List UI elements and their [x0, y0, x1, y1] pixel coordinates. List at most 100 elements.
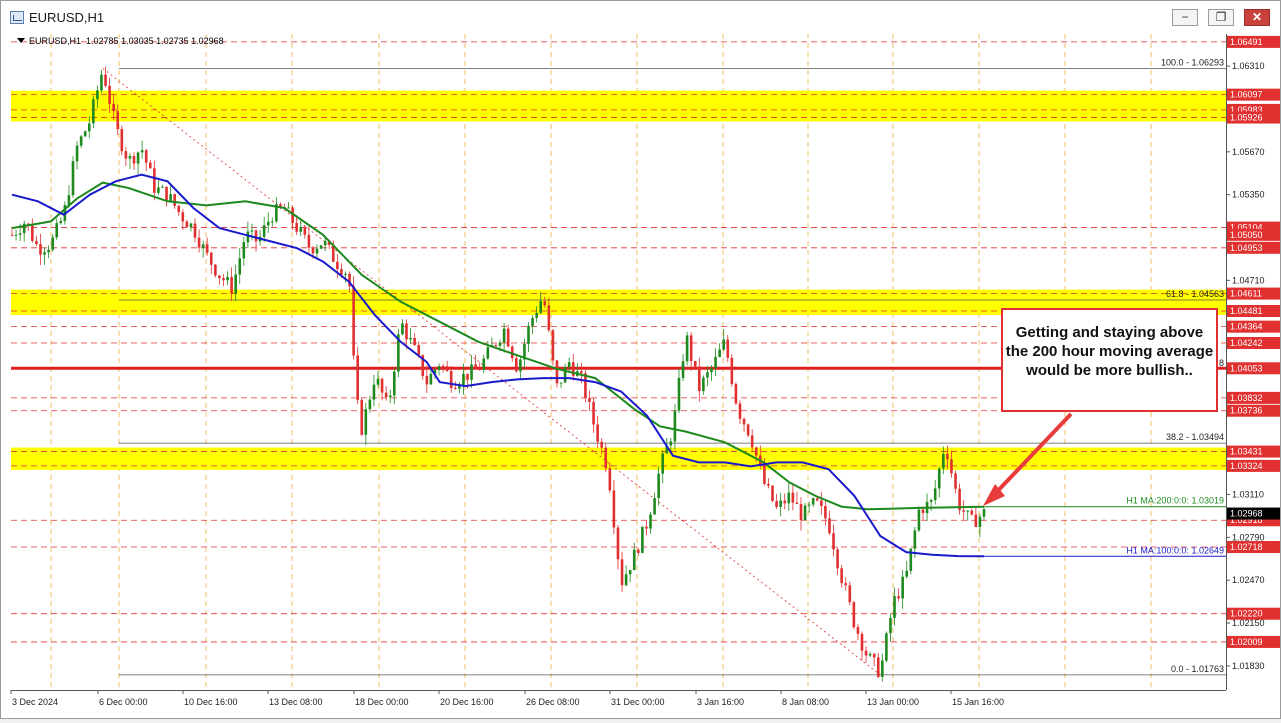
- candle-body: [449, 371, 453, 388]
- price-tick-label: 1.02470: [1232, 575, 1265, 585]
- candle-body: [441, 366, 445, 368]
- candle-body: [942, 453, 945, 469]
- time-tick-label: 15 Jan 16:00: [952, 697, 1004, 707]
- candle-body: [917, 509, 921, 531]
- price-level-tag-label: 1.05926: [1230, 113, 1263, 123]
- candle-body: [702, 377, 705, 392]
- minimize-button[interactable]: −: [1172, 9, 1198, 26]
- candle-body: [189, 223, 193, 228]
- candle-body: [673, 410, 677, 442]
- candle-body: [299, 227, 303, 232]
- time-scale[interactable]: 3 Dec 2024 6 Dec 00:00 10 Dec 16:00 13 Dec …: [1, 690, 1280, 718]
- candle-body: [482, 358, 486, 370]
- candle-body: [832, 533, 835, 550]
- candle-body: [486, 347, 490, 359]
- candle-body: [230, 276, 233, 294]
- candle-body: [372, 384, 376, 400]
- candle-body: [685, 335, 689, 362]
- candle-body: [722, 339, 726, 350]
- window-titlebar[interactable]: EURUSD,H1 − ❐ ✕: [1, 1, 1280, 33]
- candle-body: [352, 286, 355, 356]
- candle-body: [319, 245, 323, 249]
- candle-body: [270, 221, 274, 223]
- price-level-tag-label: 1.03736: [1230, 406, 1263, 416]
- candle-body: [193, 223, 197, 238]
- candle-body: [970, 510, 974, 515]
- candle-body: [344, 273, 347, 275]
- candle-body: [201, 244, 205, 248]
- candle-body: [710, 368, 713, 373]
- candle-body: [161, 186, 164, 188]
- candle-body: [144, 150, 148, 163]
- candle-body: [205, 244, 209, 253]
- candle-body: [181, 212, 185, 222]
- candle-body: [901, 576, 904, 599]
- candle-body: [425, 375, 429, 385]
- candle-body: [551, 330, 555, 361]
- ohlc-values: 1.02785 1.03035 1.02735 1.02968: [86, 36, 224, 46]
- candle-body: [531, 317, 534, 326]
- candle-body: [356, 355, 359, 400]
- candle-body: [295, 222, 298, 232]
- close-button[interactable]: ✕: [1244, 9, 1270, 26]
- candle-body: [746, 424, 750, 436]
- candle-body: [234, 274, 237, 294]
- candle-body: [392, 371, 396, 396]
- annotation-callout: Getting and staying above the 200 hour m…: [1001, 308, 1218, 412]
- candle-body: [905, 570, 909, 577]
- time-tick-label: 3 Jan 16:00: [697, 697, 744, 707]
- candle-body: [592, 401, 595, 425]
- candle-body: [824, 506, 827, 519]
- price-scale-canvas[interactable]: 1.06310 1.05670 1.05350 1.04710 1.03110 1.027…: [1226, 34, 1281, 690]
- candle-body: [494, 345, 498, 347]
- price-level-tag-label: 1.06491: [1230, 37, 1263, 47]
- candle-body: [864, 650, 868, 656]
- candle-body: [628, 570, 632, 575]
- price-tick-label: 1.01830: [1232, 661, 1265, 671]
- candle-body: [242, 242, 246, 259]
- candle-body: [933, 488, 937, 501]
- price-level-tag-label: 1.05050: [1230, 230, 1263, 240]
- candle-body: [376, 378, 380, 385]
- candle-body: [18, 233, 22, 235]
- fibonacci-level-label-partial: 8: [1219, 358, 1224, 368]
- candle-body: [669, 441, 673, 446]
- candle-body: [937, 468, 941, 489]
- candle-body: [55, 223, 59, 238]
- candle-body: [946, 453, 949, 460]
- support-resistance-zone: [11, 447, 1226, 470]
- candle-body: [885, 633, 888, 661]
- candle-body: [921, 509, 925, 514]
- price-scale[interactable]: 1.06310 1.05670 1.05350 1.04710 1.03110 1.027…: [1226, 34, 1281, 690]
- candle-body: [726, 339, 730, 358]
- candle-body: [165, 186, 168, 201]
- candle-body: [860, 633, 864, 651]
- symbol-timeframe: EURUSD,H1: [29, 36, 82, 46]
- candle-body: [11, 234, 14, 236]
- restore-button[interactable]: ❐: [1208, 9, 1234, 26]
- candle-body: [128, 156, 132, 159]
- candle-body: [59, 220, 63, 224]
- candle-body: [405, 323, 408, 340]
- time-tick-label: 26 Dec 08:00: [526, 697, 580, 707]
- candle-body: [596, 424, 599, 442]
- candle-body: [87, 123, 91, 132]
- price-level-tag-label: 1.04953: [1230, 243, 1263, 253]
- candle-body: [982, 509, 986, 517]
- candle-body: [750, 435, 754, 448]
- time-tick-label: 6 Dec 00:00: [99, 697, 148, 707]
- candle-body: [453, 387, 457, 389]
- callout-text: Getting and staying above the 200 hour m…: [1005, 324, 1214, 379]
- candle-body: [714, 356, 717, 369]
- price-level-tag-label: 1.04611: [1230, 289, 1262, 299]
- symbol-info: EURUSD,H1 1.02785 1.03035 1.02735 1.0296…: [17, 36, 224, 46]
- candle-body: [83, 131, 87, 137]
- candle-body: [738, 403, 742, 419]
- dropdown-arrow-icon[interactable]: [17, 38, 25, 43]
- time-scale-canvas[interactable]: 3 Dec 2024 6 Dec 00:00 10 Dec 16:00 13 Dec …: [1, 690, 1280, 718]
- candle-body: [820, 500, 823, 507]
- candle-body: [978, 516, 982, 527]
- candle-body: [14, 234, 18, 236]
- candle-body: [840, 568, 843, 584]
- candle-body: [222, 278, 225, 281]
